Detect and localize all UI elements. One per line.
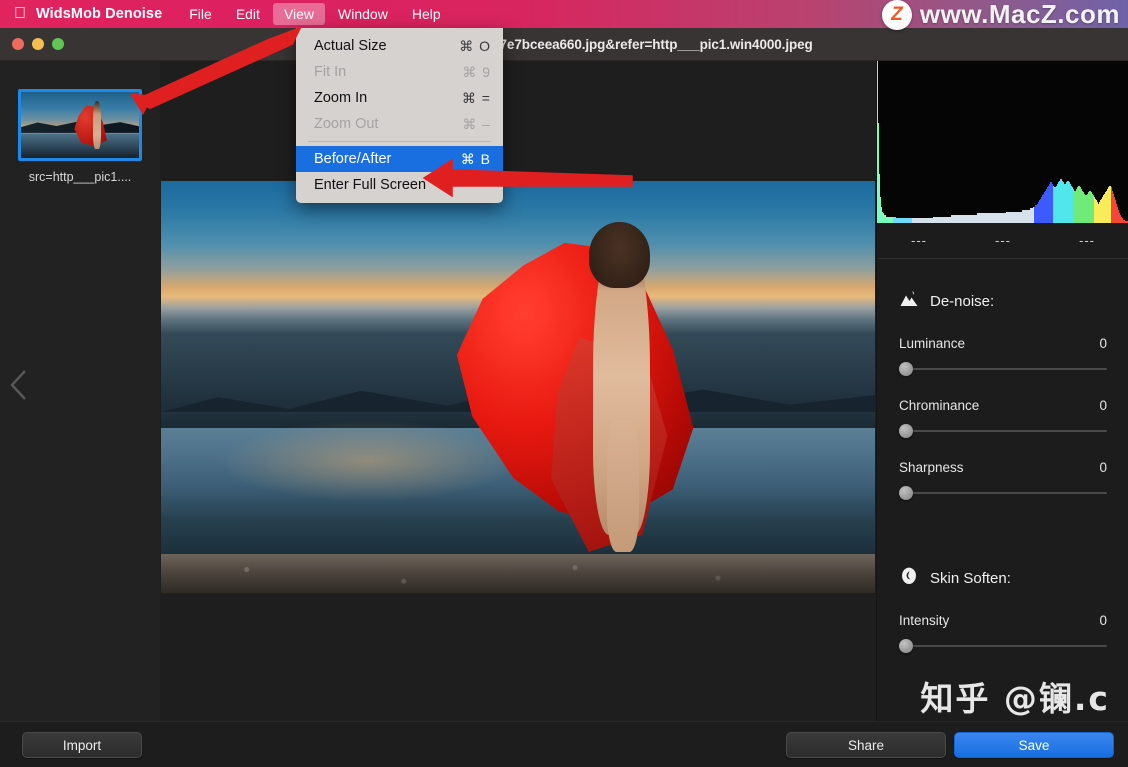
view-menu-dropdown[interactable]: Actual Size ⌘ O Fit In ⌘ 9 Zoom In ⌘ = Zoom Ou… [296, 28, 503, 203]
menu-item-label: Zoom In [314, 90, 368, 106]
window-controls [0, 38, 64, 50]
luminance-value: 0 [1099, 336, 1107, 351]
chrominance-track [899, 430, 1107, 432]
menu-item-fit-in: Fit In ⌘ 9 [296, 59, 503, 85]
menu-item-label: Actual Size [314, 38, 387, 54]
menu-item-shortcut: ⌘ B [460, 150, 491, 167]
macz-logo-icon: Z [881, 0, 912, 30]
menu-item-label: Enter Full Screen [314, 177, 427, 193]
zhihu-watermark: 知乎 @镧.c [920, 679, 1110, 718]
control-luminance: Luminance 0 [899, 336, 1107, 376]
histogram-bars [877, 61, 1128, 223]
menu-item-shortcut: ⌘ 9 [462, 63, 491, 80]
share-button[interactable]: Share [786, 732, 946, 758]
menu-item-zoom-in[interactable]: Zoom In ⌘ = [296, 85, 503, 111]
preview-image [161, 181, 875, 593]
menu-view[interactable]: View [272, 3, 326, 25]
intensity-label: Intensity [899, 613, 950, 628]
menu-item-shortcut: ⌘ = [461, 89, 491, 106]
adjustments-sidebar: --- --- --- De-noise: Luminance 0 Chromi… [876, 61, 1128, 721]
image-pebble-shore [161, 553, 875, 593]
sharpness-value: 0 [1099, 460, 1107, 475]
image-woman-legs [607, 419, 640, 552]
histogram-chart [877, 61, 1128, 223]
luminance-knob[interactable] [899, 362, 913, 376]
save-button[interactable]: Save [954, 732, 1114, 758]
chrominance-knob[interactable] [899, 424, 913, 438]
sharpness-track [899, 492, 1107, 494]
menu-item-shortcut: ⌘ – [462, 115, 491, 132]
intensity-knob[interactable] [899, 639, 913, 653]
image-sun-glow [218, 419, 518, 503]
denoise-section: De-noise: Luminance 0 Chrominance 0 Shar… [877, 289, 1128, 522]
face-droplet-icon [899, 566, 919, 591]
intensity-track [899, 645, 1107, 647]
intensity-value: 0 [1099, 613, 1107, 628]
luminance-slider[interactable] [899, 362, 1107, 376]
histogram-readouts: --- --- --- [877, 223, 1128, 259]
menu-item-shortcut: ⌘ O [459, 37, 491, 54]
menu-item-enter-full-screen[interactable]: Enter Full Screen [296, 172, 503, 198]
sharpness-slider[interactable] [899, 486, 1107, 500]
menu-item-zoom-out: Zoom Out ⌘ – [296, 111, 503, 137]
apple-logo-icon[interactable]:  [0, 0, 30, 28]
macz-logo-letter: Z [891, 3, 903, 25]
minimize-button[interactable] [32, 38, 44, 50]
thumb-figure [92, 101, 102, 149]
bottom-toolbar: Import Share Save [0, 721, 1128, 767]
histogram-value-b: --- [1079, 233, 1095, 248]
histogram-value-g: --- [995, 233, 1011, 248]
thumbnail-caption: src=http___pic1.... [28, 170, 132, 184]
close-button[interactable] [12, 38, 24, 50]
histogram-value-r: --- [911, 233, 927, 248]
menu-edit[interactable]: Edit [225, 3, 271, 25]
sharpness-row: Sharpness 0 [899, 460, 1107, 475]
menu-item-actual-size[interactable]: Actual Size ⌘ O [296, 33, 503, 59]
chrominance-label: Chrominance [899, 398, 980, 413]
intensity-row: Intensity 0 [899, 613, 1107, 628]
menu-item-before-after[interactable]: Before/After ⌘ B [296, 146, 503, 172]
app-title: WidsMob Denoise [36, 6, 163, 22]
image-canvas[interactable] [160, 61, 876, 721]
chrominance-row: Chrominance 0 [899, 398, 1107, 413]
menu-item-label: Zoom Out [314, 116, 379, 132]
window-title-bar: src=http___pic1...er_2_547e7bceea660.jpg… [0, 28, 1128, 61]
mountain-icon [899, 289, 919, 314]
control-intensity: Intensity 0 [899, 613, 1107, 653]
control-sharpness: Sharpness 0 [899, 460, 1107, 500]
control-chrominance: Chrominance 0 [899, 398, 1107, 438]
menu-window[interactable]: Window [327, 3, 399, 25]
image-woman-hair [589, 222, 651, 289]
menu-separator [308, 141, 491, 142]
import-button[interactable]: Import [22, 732, 142, 758]
chrominance-value: 0 [1099, 398, 1107, 413]
denoise-title: De-noise: [930, 293, 995, 310]
luminance-row: Luminance 0 [899, 336, 1107, 351]
macz-watermark: Z www.MacZ.com [881, 0, 1120, 30]
chevron-left-icon[interactable] [8, 368, 30, 402]
sharpness-label: Sharpness [899, 460, 964, 475]
title-center-group: src=http___pic1...er_2_547e7bceea660.jpg… [0, 28, 1128, 61]
macz-site-text: www.MacZ.com [919, 0, 1120, 29]
luminance-label: Luminance [899, 336, 966, 351]
intensity-slider[interactable] [899, 639, 1107, 653]
luminance-track [899, 368, 1107, 370]
menu-item-label: Before/After [314, 151, 392, 167]
skin-soften-section: Skin Soften: Intensity 0 [877, 566, 1128, 675]
maximize-button[interactable] [52, 38, 64, 50]
denoise-header: De-noise: [899, 289, 1107, 314]
sharpness-knob[interactable] [899, 486, 913, 500]
thumbnail-item[interactable] [18, 89, 142, 161]
chrominance-slider[interactable] [899, 424, 1107, 438]
skin-soften-title: Skin Soften: [930, 570, 1011, 587]
menu-item-label: Fit In [314, 64, 347, 80]
menu-file[interactable]: File [178, 3, 223, 25]
thumbnail-list: src=http___pic1.... [0, 61, 160, 184]
skin-soften-header: Skin Soften: [899, 566, 1107, 591]
menu-help[interactable]: Help [401, 3, 452, 25]
